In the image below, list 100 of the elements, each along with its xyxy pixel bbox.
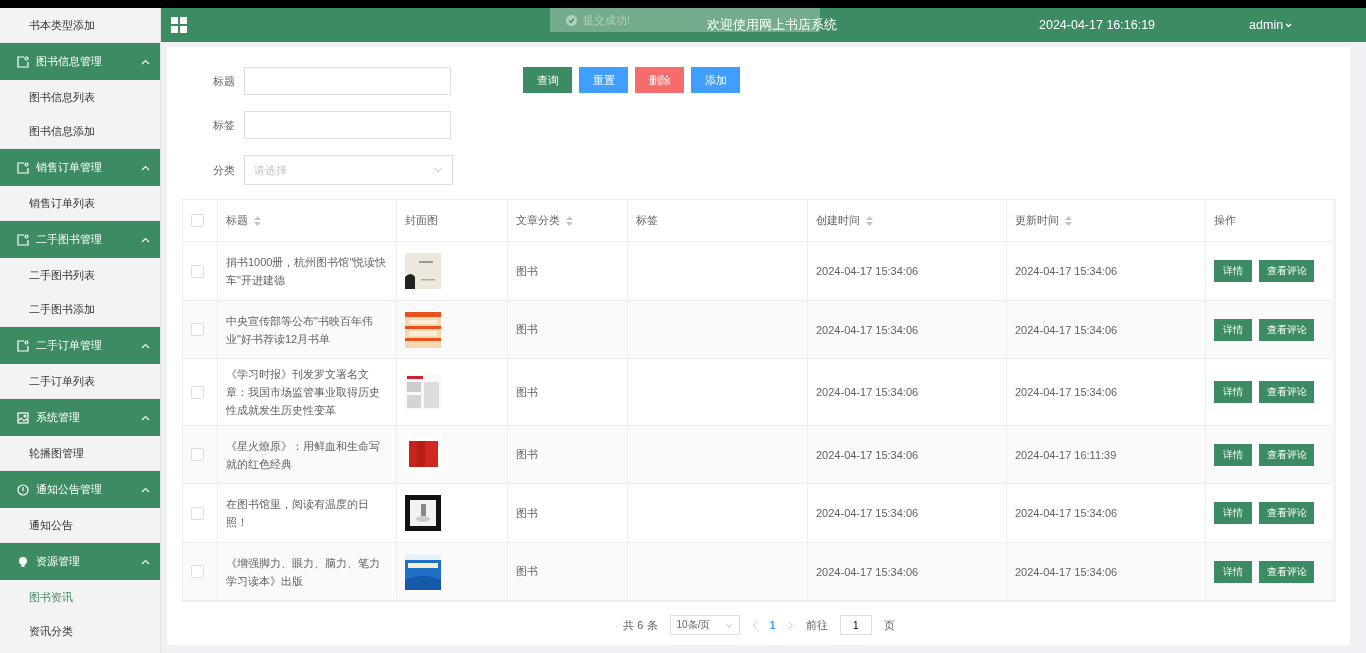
user-menu[interactable]: admin bbox=[1249, 18, 1293, 32]
info-icon bbox=[17, 483, 29, 496]
column-header: 操作 bbox=[1214, 213, 1236, 228]
checkbox[interactable] bbox=[191, 264, 204, 278]
page-number[interactable]: 1 bbox=[769, 619, 776, 631]
menu-group[interactable]: 二手图书管理 bbox=[0, 220, 160, 258]
checkbox[interactable] bbox=[191, 385, 204, 399]
input-field[interactable] bbox=[244, 111, 451, 139]
menu-item[interactable]: 销售订单列表 bbox=[0, 186, 160, 220]
menu-group[interactable]: 系统管理 bbox=[0, 398, 160, 436]
image-icon bbox=[17, 411, 29, 424]
note-icon bbox=[17, 55, 29, 68]
category-text: 图书 bbox=[516, 447, 538, 462]
column-header: 文章分类 bbox=[516, 213, 560, 228]
prev-page-icon[interactable] bbox=[751, 620, 758, 630]
menu-group[interactable]: 销售订单管理 bbox=[0, 148, 160, 186]
caret-up-icon bbox=[141, 164, 150, 171]
checkbox[interactable] bbox=[191, 323, 204, 336]
comments-button[interactable]: 查看评论 bbox=[1259, 318, 1314, 341]
category-text: 图书 bbox=[516, 263, 538, 279]
menu-group-label: 销售订单管理 bbox=[36, 160, 103, 175]
details-button[interactable]: 详情 bbox=[1214, 443, 1252, 466]
updated-time: 2024-04-17 15:34:06 bbox=[1015, 565, 1118, 578]
comments-button[interactable]: 查看评论 bbox=[1259, 560, 1314, 583]
sort-icon[interactable] bbox=[866, 215, 873, 226]
caret-up-icon bbox=[141, 486, 150, 493]
article-title: 捐书1000册，杭州图书馆"悦读快车"开进建德 bbox=[226, 255, 388, 288]
check-circle-icon bbox=[566, 14, 577, 26]
checkbox[interactable] bbox=[191, 506, 204, 520]
details-button[interactable]: 详情 bbox=[1214, 260, 1252, 282]
menu-group[interactable]: 通知公告管理 bbox=[0, 470, 160, 508]
menu-item[interactable]: 图书信息添加 bbox=[0, 114, 160, 148]
sort-icon[interactable] bbox=[1065, 215, 1072, 226]
note-icon bbox=[17, 339, 29, 352]
filter-label: 标题 bbox=[212, 73, 235, 89]
comments-button[interactable]: 查看评论 bbox=[1259, 443, 1314, 466]
details-button[interactable]: 详情 bbox=[1214, 502, 1252, 524]
checkbox[interactable] bbox=[191, 565, 204, 578]
input-field[interactable] bbox=[244, 67, 451, 95]
caret-up-icon bbox=[141, 342, 150, 349]
category-text: 图书 bbox=[516, 564, 538, 579]
checkbox[interactable] bbox=[191, 214, 204, 227]
action-button[interactable]: 查询 bbox=[523, 67, 572, 93]
updated-time: 2024-04-17 15:34:06 bbox=[1015, 507, 1118, 519]
menu-item[interactable]: 轮播图管理 bbox=[0, 436, 160, 470]
sort-icon[interactable] bbox=[566, 215, 573, 226]
menu-group-label: 图书信息管理 bbox=[36, 54, 103, 69]
created-time: 2024-04-17 15:34:06 bbox=[816, 265, 919, 277]
note-icon bbox=[17, 233, 29, 246]
action-button[interactable]: 添加 bbox=[691, 67, 740, 93]
comments-button[interactable]: 查看评论 bbox=[1259, 502, 1314, 524]
column-header: 封面图 bbox=[405, 213, 438, 228]
caret-up-icon bbox=[141, 58, 150, 65]
menu-group-label: 通知公告管理 bbox=[36, 482, 103, 497]
bulb-icon bbox=[17, 555, 29, 568]
menu-item[interactable]: 图书资讯 bbox=[0, 580, 160, 614]
comments-button[interactable]: 查看评论 bbox=[1259, 381, 1314, 403]
action-button[interactable]: 删除 bbox=[635, 67, 684, 93]
menu-group-label: 资源管理 bbox=[36, 554, 81, 569]
goto-label: 前往 bbox=[805, 617, 828, 633]
menu-group[interactable]: 资源管理 bbox=[0, 542, 160, 580]
grid-icon[interactable] bbox=[171, 17, 187, 33]
page-suffix: 页 bbox=[883, 617, 895, 633]
note-icon bbox=[17, 161, 29, 174]
menu-item[interactable]: 图书信息列表 bbox=[0, 80, 160, 114]
details-button[interactable]: 详情 bbox=[1214, 318, 1252, 341]
menu-item[interactable]: 二手图书添加 bbox=[0, 292, 160, 326]
chevron-down-icon bbox=[434, 167, 443, 173]
menu-item[interactable]: 二手图书列表 bbox=[0, 258, 160, 292]
updated-time: 2024-04-17 15:34:06 bbox=[1015, 386, 1118, 398]
comments-button[interactable]: 查看评论 bbox=[1259, 260, 1314, 282]
menu-group[interactable]: 二手订单管理 bbox=[0, 326, 160, 364]
next-page-icon[interactable] bbox=[787, 620, 794, 630]
created-time: 2024-04-17 15:34:06 bbox=[816, 448, 919, 461]
details-button[interactable]: 详情 bbox=[1214, 381, 1252, 403]
category-text: 图书 bbox=[516, 384, 538, 400]
menu-item[interactable]: 二手订单列表 bbox=[0, 364, 160, 398]
details-button[interactable]: 详情 bbox=[1214, 560, 1252, 583]
action-button[interactable]: 重置 bbox=[579, 67, 628, 93]
created-time: 2024-04-17 15:34:06 bbox=[816, 507, 919, 519]
filter-label: 分类 bbox=[212, 162, 235, 178]
updated-time: 2024-04-17 15:34:06 bbox=[1015, 265, 1118, 277]
menu-item[interactable]: 资讯分类 bbox=[0, 614, 160, 648]
created-time: 2024-04-17 15:34:06 bbox=[816, 565, 919, 578]
sort-icon[interactable] bbox=[254, 215, 261, 226]
menu-group-label: 系统管理 bbox=[36, 410, 81, 425]
article-title: 《增强脚力、眼力、脑力、笔力学习读本》出版 bbox=[226, 555, 381, 589]
menu-group-label: 二手图书管理 bbox=[36, 232, 103, 247]
menu-item[interactable]: 书本类型添加 bbox=[0, 8, 160, 42]
caret-up-icon bbox=[141, 236, 150, 243]
column-header: 标题 bbox=[226, 213, 248, 228]
system-title: 欢迎使用网上书店系统 bbox=[707, 16, 838, 34]
page-input[interactable]: 1 bbox=[839, 615, 872, 635]
checkbox[interactable] bbox=[191, 448, 204, 461]
page-size-select[interactable]: 10条/页 bbox=[669, 615, 740, 635]
column-header: 标签 bbox=[636, 213, 658, 228]
menu-item[interactable]: 通知公告 bbox=[0, 508, 160, 542]
menu-group[interactable]: 图书信息管理 bbox=[0, 42, 160, 80]
article-title: 在图书馆里，阅读有温度的日照！ bbox=[226, 497, 370, 530]
article-title: 《学习时报》刊发罗文署名文章：我国市场监管事业取得历史性成就发生历史性变革 bbox=[226, 367, 381, 418]
